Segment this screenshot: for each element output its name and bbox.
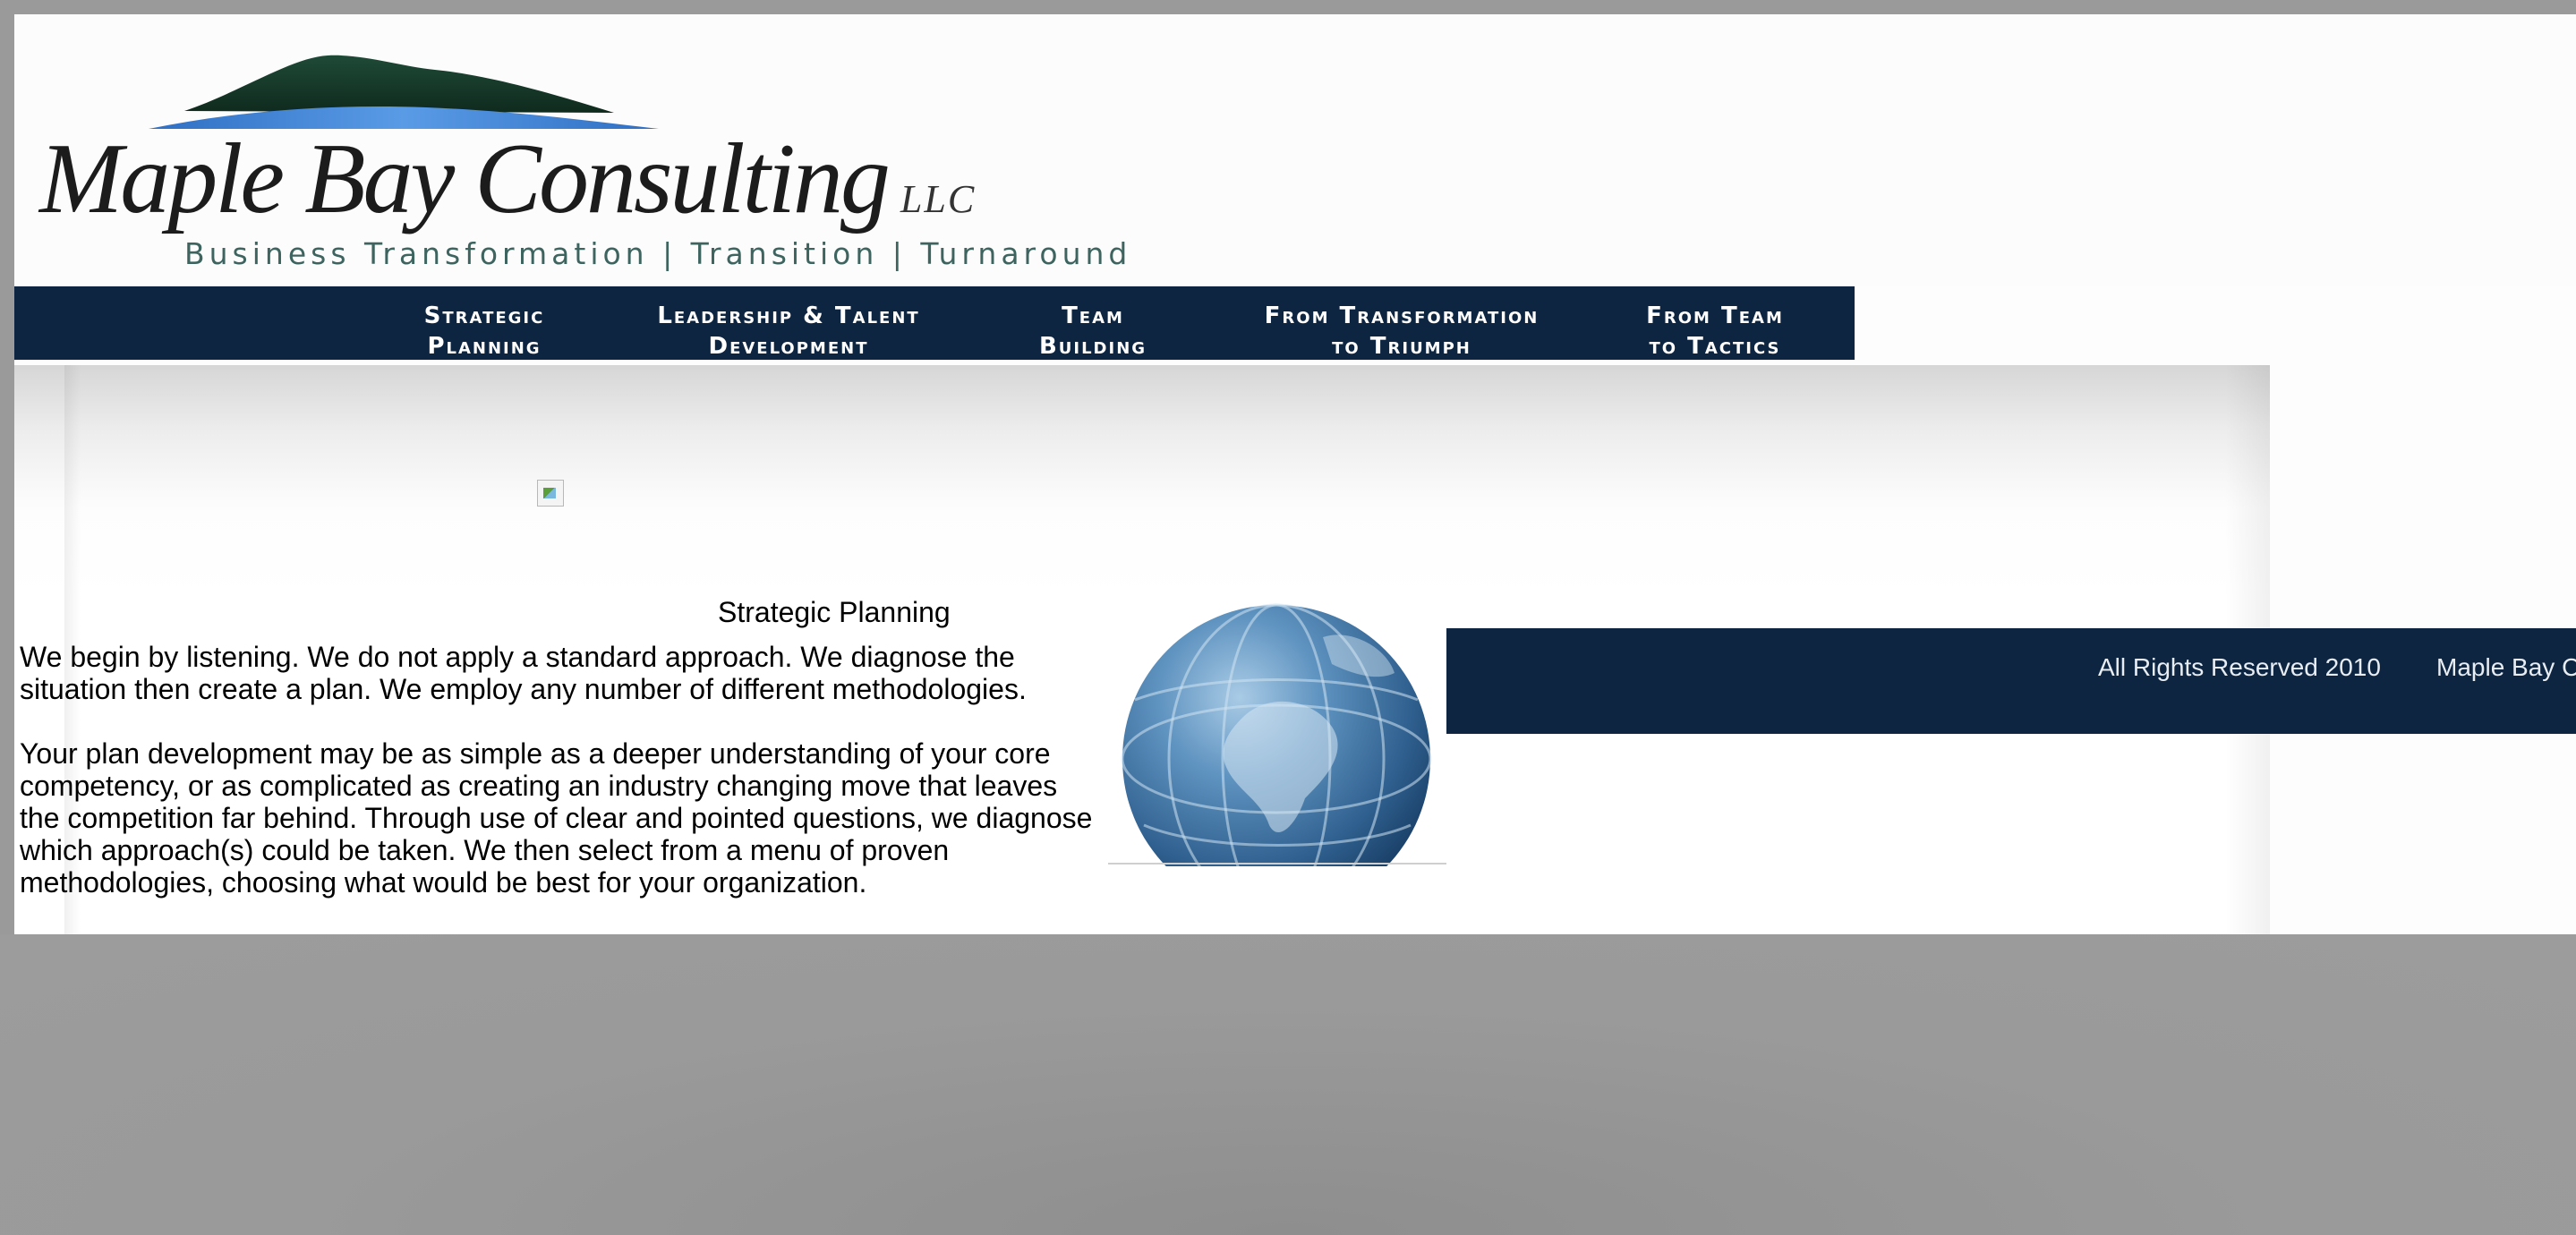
- nav-item-label-line2: to Triumph: [1332, 333, 1471, 360]
- nav-item-label-line1: Team: [1062, 302, 1124, 329]
- nav-item-label-line1: Leadership & Talent: [657, 302, 920, 329]
- nav-item-label-line2: Development: [708, 333, 869, 360]
- nav-item-label-line1: From Transformation: [1264, 302, 1540, 329]
- intro-paragraph: We begin by listening. We do not apply a…: [20, 641, 1027, 705]
- nav-item-label-line2: Building: [1038, 333, 1147, 360]
- nav-item-leadership-talent[interactable]: Leadership & Talent Development: [641, 301, 936, 362]
- company-logo[interactable]: Maple Bay Consulting LLC: [39, 129, 976, 229]
- detail-paragraph: Your plan development may be as simple a…: [20, 737, 1093, 899]
- nav-item-label-line1: Strategic: [423, 302, 545, 329]
- page-background: [0, 934, 2576, 1235]
- copyright-text: All Rights Reserved 2010: [2098, 653, 2381, 681]
- site-footer: All Rights Reserved 2010 Maple Bay Co: [1446, 628, 2576, 734]
- nav-item-label-line2: to Tactics: [1649, 333, 1781, 360]
- page: Maple Bay Consulting LLC Business Transfo…: [14, 14, 2576, 934]
- nav-item-team-tactics[interactable]: From Team to Tactics: [1625, 301, 1804, 362]
- nav-item-team-building[interactable]: Team Building: [1017, 301, 1169, 362]
- nav-item-strategic-planning[interactable]: Strategic Planning: [408, 301, 560, 362]
- nav-item-label-line2: Planning: [427, 333, 542, 360]
- nav-item-transformation-triumph[interactable]: From Transformation to Triumph: [1250, 301, 1554, 362]
- broken-image-icon: [537, 480, 564, 507]
- globe-image: [1108, 601, 1446, 866]
- company-name: Maple Bay Consulting: [39, 124, 891, 234]
- divider: [1108, 863, 1446, 864]
- nav-item-label-line1: From Team: [1646, 302, 1784, 329]
- site-header: Maple Bay Consulting LLC Business Transfo…: [14, 14, 2576, 286]
- page-heading: Strategic Planning: [718, 596, 951, 628]
- tagline: Business Transformation | Transition | T…: [184, 236, 1132, 271]
- company-suffix: LLC: [900, 177, 977, 221]
- globe-icon: [1121, 603, 1432, 866]
- main-nav: Strategic Planning Leadership & Talent D…: [14, 286, 1855, 360]
- footer-company-name: Maple Bay Co: [2436, 653, 2576, 681]
